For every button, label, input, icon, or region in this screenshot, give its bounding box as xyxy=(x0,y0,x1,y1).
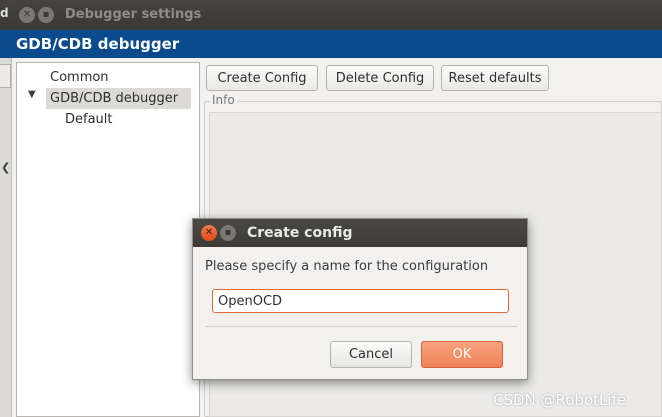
delete-config-button[interactable]: Delete Config xyxy=(326,65,434,91)
parent-window-edge: ❮ xyxy=(0,58,12,417)
dialog-separator xyxy=(205,326,517,327)
tree-item-gdb-cdb-debugger[interactable]: GDB/CDB debugger xyxy=(46,88,191,109)
parent-toolbar-box xyxy=(0,64,11,88)
create-config-button[interactable]: Create Config xyxy=(206,65,318,91)
tree-item-default[interactable]: Default xyxy=(65,109,113,130)
window-minimize-icon[interactable]: ▪ xyxy=(38,7,54,23)
tree-expander-icon[interactable]: ▼ xyxy=(28,89,36,100)
ok-button[interactable]: OK xyxy=(421,341,503,368)
cancel-button[interactable]: Cancel xyxy=(330,341,412,368)
config-name-input[interactable] xyxy=(212,289,509,313)
watermark: CSDN @RobotLife xyxy=(493,391,627,409)
window-close-icon[interactable]: ✕ xyxy=(19,7,35,23)
dialog-titlebar: ✕ ▪ Create config xyxy=(193,219,527,247)
dialog-title: Create config xyxy=(247,225,353,241)
collapse-arrow-icon[interactable]: ❮ xyxy=(1,161,10,174)
dialog-close-icon[interactable]: ✕ xyxy=(201,225,217,241)
window-titlebar: d ✕ ▪ Debugger settings xyxy=(0,0,662,30)
window-title-fragment: d xyxy=(0,6,9,20)
dialog-minimize-icon[interactable]: ▪ xyxy=(220,225,236,241)
create-config-dialog: ✕ ▪ Create config Please specify a name … xyxy=(192,218,528,380)
settings-tree: Common ▼ GDB/CDB debugger Default xyxy=(16,62,200,417)
tree-item-common[interactable]: Common xyxy=(50,67,109,88)
info-label: Info xyxy=(210,93,237,107)
reset-defaults-button[interactable]: Reset defaults xyxy=(441,65,549,91)
page-header: GDB/CDB debugger xyxy=(0,30,662,58)
page-title: GDB/CDB debugger xyxy=(16,35,180,53)
window-title: Debugger settings xyxy=(65,7,202,22)
dialog-prompt: Please specify a name for the configurat… xyxy=(205,259,489,274)
